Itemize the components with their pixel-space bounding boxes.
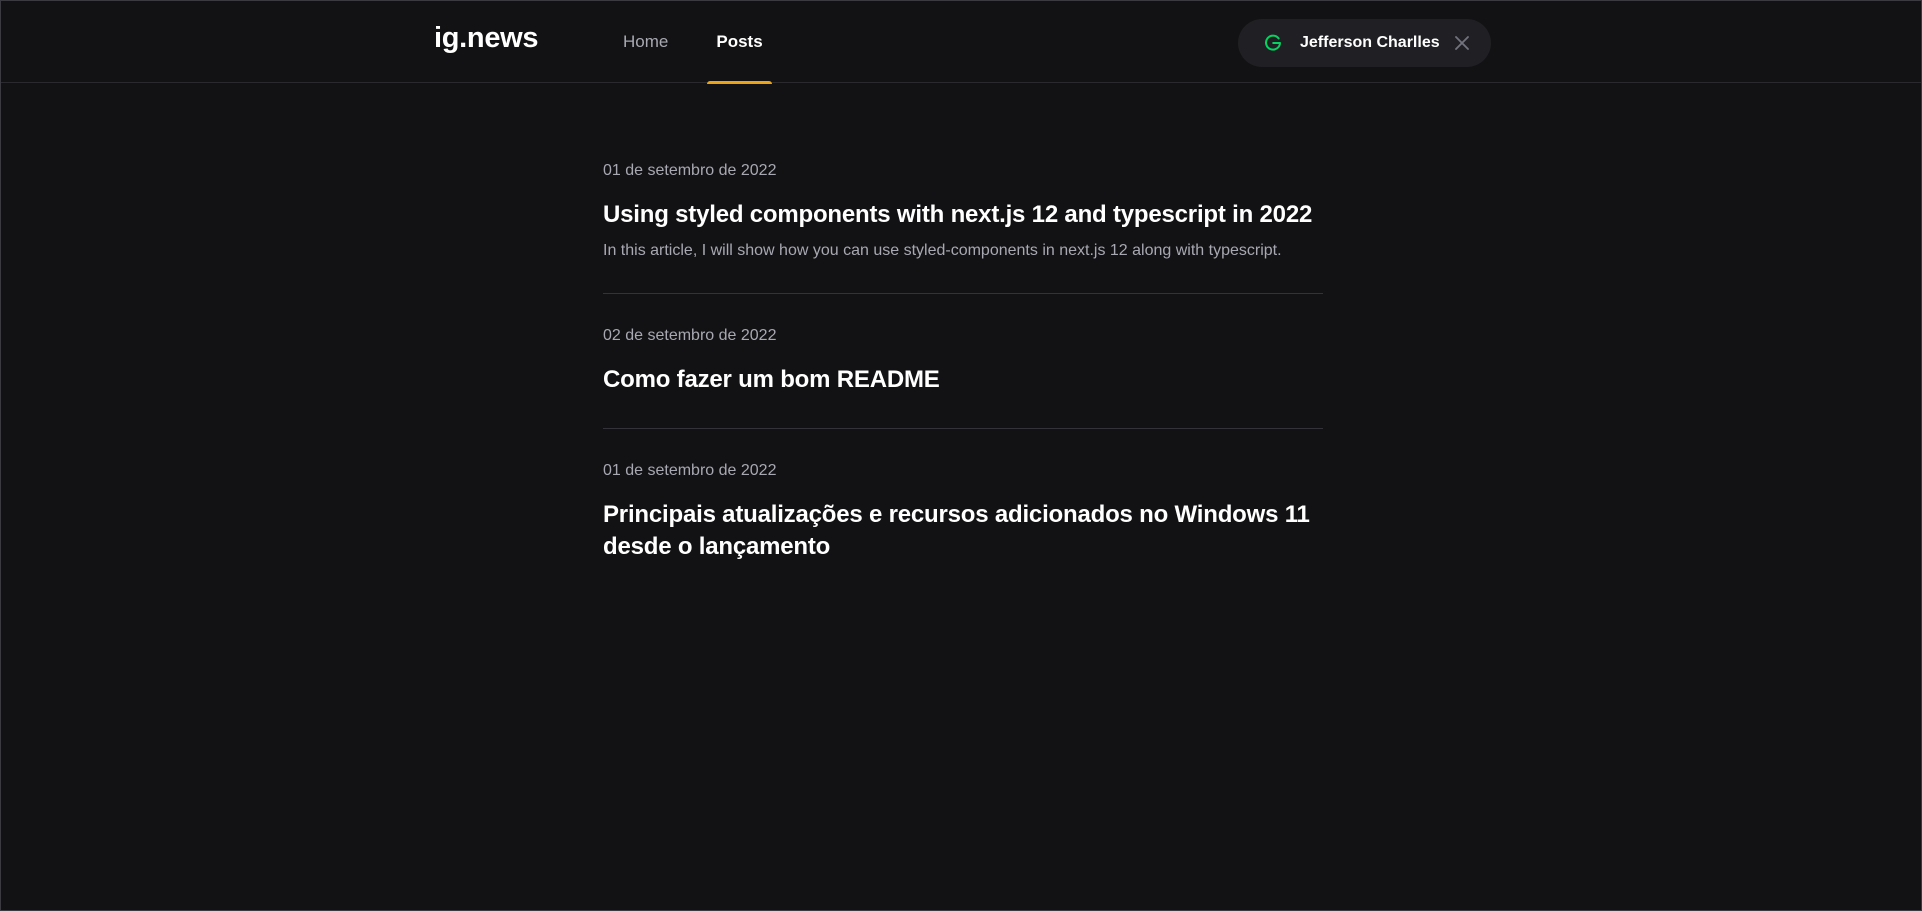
post-title[interactable]: Como fazer um bom README xyxy=(603,364,1323,396)
close-icon[interactable] xyxy=(1453,34,1471,52)
posts-list: 01 de setembro de 2022 Using styled comp… xyxy=(603,83,1323,595)
post-item[interactable]: 01 de setembro de 2022 Using styled comp… xyxy=(603,83,1323,294)
nav-link-home[interactable]: Home xyxy=(606,1,685,83)
site-logo[interactable]: ig.news xyxy=(434,22,539,55)
top-header: ig.news Home Posts Jefferson Charlles xyxy=(1,1,1921,84)
post-date: 02 de setembro de 2022 xyxy=(603,327,777,344)
main-navigation: Home Posts xyxy=(606,1,794,84)
sign-in-button[interactable]: Jefferson Charlles xyxy=(1238,19,1491,67)
nav-link-posts[interactable]: Posts xyxy=(699,1,779,84)
post-date: 01 de setembro de 2022 xyxy=(603,162,777,179)
app-window: ig.news Home Posts Jefferson Charlles 01… xyxy=(0,0,1922,911)
post-title[interactable]: Principais atualizações e recursos adici… xyxy=(603,499,1323,563)
post-date: 01 de setembro de 2022 xyxy=(603,462,777,479)
post-item[interactable]: 01 de setembro de 2022 Principais atuali… xyxy=(603,429,1323,595)
user-name: Jefferson Charlles xyxy=(1300,34,1440,51)
post-item[interactable]: 02 de setembro de 2022 Como fazer um bom… xyxy=(603,294,1323,429)
post-title[interactable]: Using styled components with next.js 12 … xyxy=(603,199,1323,231)
google-icon xyxy=(1262,32,1284,54)
post-excerpt: In this article, I will show how you can… xyxy=(603,242,1282,259)
